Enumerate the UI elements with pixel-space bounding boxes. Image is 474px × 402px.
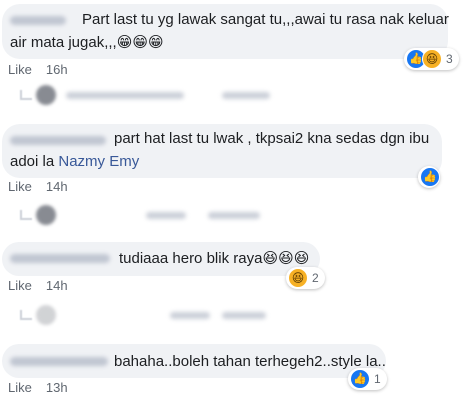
comment-meta: Like 16h [8,62,68,77]
haha-icon: 😆 [288,268,308,288]
reply-count-blurred [208,212,260,219]
comment-bubble: bahaha..boleh tahan terhegeh2..style la.… [2,344,386,378]
reply-preview-blurred [146,212,186,219]
timestamp[interactable]: 14h [46,179,68,194]
replies-row-blurred[interactable] [0,304,474,326]
replies-row-blurred[interactable] [0,204,474,226]
reaction-summary[interactable]: 😆 2 [286,267,325,289]
avatar [36,305,56,325]
reaction-count: 1 [374,372,381,386]
commenter-name-blurred[interactable] [10,16,66,25]
comment-text: part hat last tu lwak , tkpsai2 kna seda… [114,130,430,147]
avatar [36,205,56,225]
reaction-count: 3 [446,52,453,66]
reply-preview-blurred [170,312,210,319]
commenter-name-blurred[interactable] [10,254,110,263]
emoji: 😁😁😁 [116,34,164,51]
timestamp[interactable]: 16h [46,62,68,77]
commenter-name-blurred[interactable] [10,357,108,366]
comment-text-line2: adoi la Nazmy Emy [10,153,140,170]
like-link[interactable]: Like [8,179,32,194]
comment-bubble: tudiaaa hero blik raya😆😆😆 [2,242,320,276]
comment-meta: Like 13h [8,380,68,395]
comment-meta: Like 14h [8,179,68,194]
haha-icon: 😆 [422,49,442,69]
like-icon: 👍 [350,369,370,389]
comment-bubble: part hat last tu lwak , tkpsai2 kna seda… [2,124,442,178]
commenter-name-blurred[interactable] [10,136,106,145]
comment-text: bahaha..boleh tahan terhegeh2..style la.… [114,353,386,370]
timestamp[interactable]: 14h [46,278,68,293]
reaction-count: 2 [312,271,319,285]
reaction-summary[interactable]: 👍 1 [348,368,387,390]
timestamp[interactable]: 13h [46,380,68,395]
like-icon: 👍 [420,167,440,187]
reply-arrow-icon [20,310,32,320]
comment-text: Part last tu yg lawak sangat tu,,,awai t… [82,11,449,28]
emoji: 😆😆😆 [262,250,310,267]
replies-row-blurred[interactable] [0,84,474,106]
comment-meta: Like 14h [8,278,68,293]
comment-3: tudiaaa hero blik raya😆😆😆 Like 14h 😆 2 [0,240,474,325]
like-link[interactable]: Like [8,278,32,293]
comment-1: Part last tu yg lawak sangat tu,,,awai t… [0,0,474,105]
like-link[interactable]: Like [8,380,32,395]
reply-count-blurred [222,92,270,99]
like-link[interactable]: Like [8,62,32,77]
reaction-summary[interactable]: 👍 😆 3 [404,48,459,70]
comment-text: tudiaaa hero blik raya😆😆😆 [119,250,310,267]
reply-arrow-icon [20,210,32,220]
comment-bubble: Part last tu yg lawak sangat tu,,,awai t… [2,4,449,59]
reply-arrow-icon [20,90,32,100]
reaction-summary[interactable]: 👍 [418,166,440,188]
comment-text-line2: air mata jugak,,,😁😁😁 [10,34,164,51]
comment-2: part hat last tu lwak , tkpsai2 kna seda… [0,120,474,225]
avatar [36,85,56,105]
reply-count-blurred [222,312,266,319]
reply-preview-blurred [66,92,184,99]
mention-link[interactable]: Nazmy Emy [58,153,139,170]
comment-4: bahaha..boleh tahan terhegeh2..style la.… [0,340,474,402]
